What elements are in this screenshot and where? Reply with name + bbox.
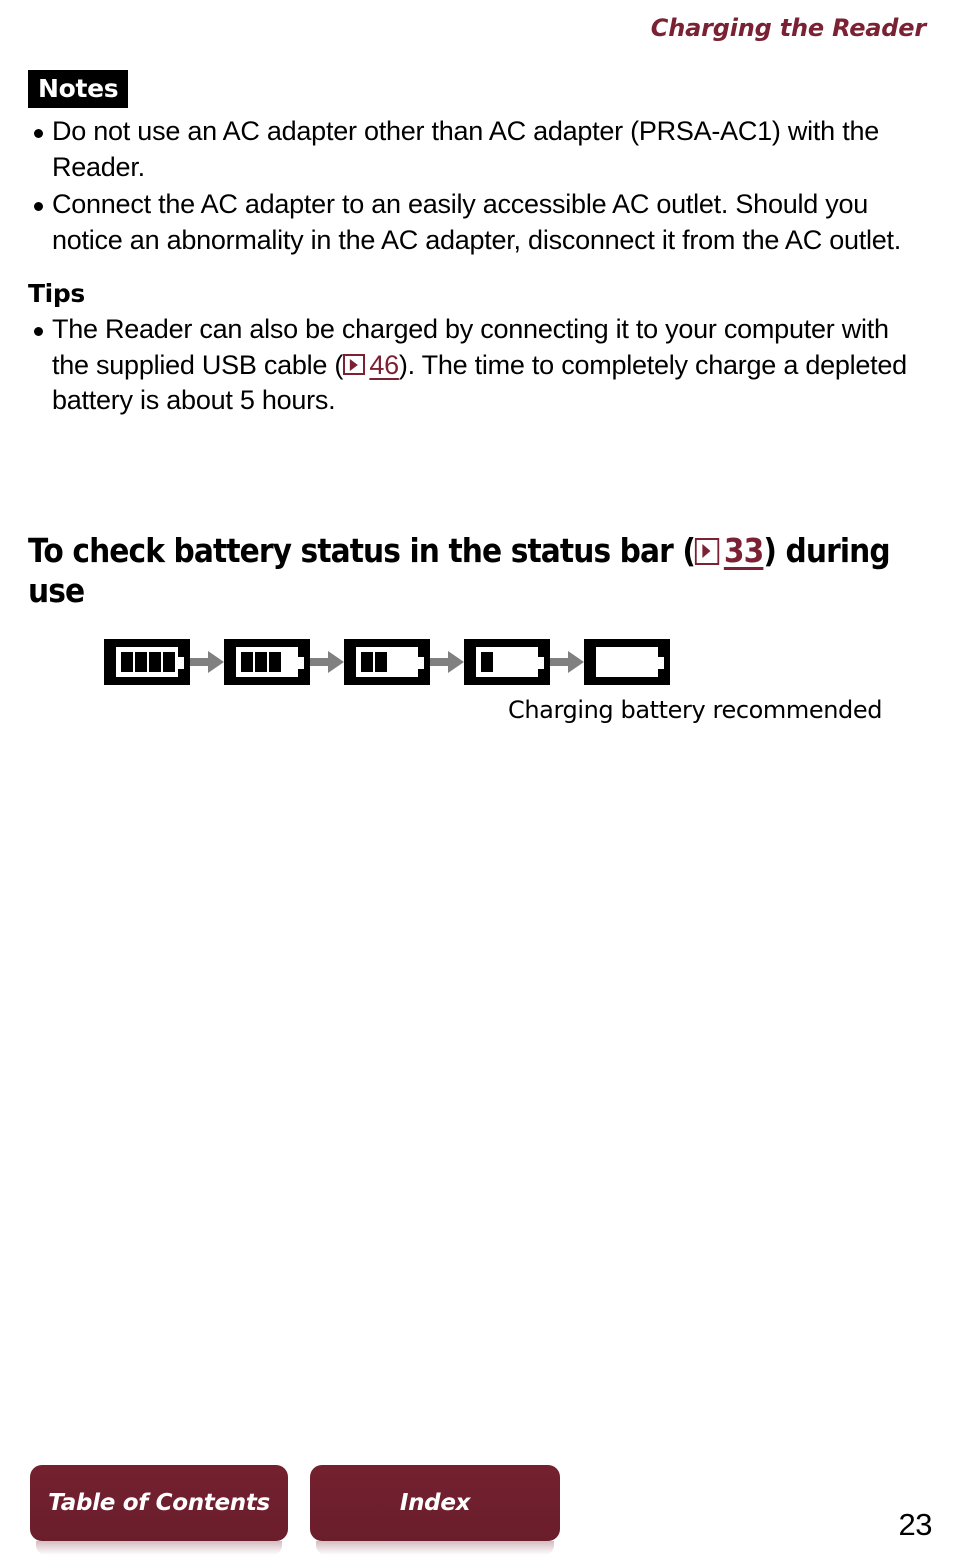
battery-cells — [241, 651, 293, 672]
note-text: Connect the AC adapter to an easily acce… — [52, 188, 901, 255]
note-text: Do not use an AC adapter other than AC a… — [52, 116, 879, 182]
battery-icon-full — [104, 638, 190, 685]
battery-cell — [255, 651, 267, 672]
notes-list: Do not use an AC adapter other than AC a… — [28, 114, 926, 259]
footer-navigation: Table of Contents Index — [30, 1465, 560, 1555]
page-ref-arrow-icon — [695, 538, 719, 565]
battery-icon-half — [344, 638, 430, 685]
arrow-right-icon — [190, 650, 224, 674]
table-of-contents-button[interactable]: Table of Contents — [30, 1465, 288, 1555]
battery-cells — [601, 652, 653, 672]
battery-icon-low — [464, 638, 550, 685]
arrow-right-icon — [550, 650, 584, 674]
page-ref-number[interactable]: 33 — [724, 531, 764, 570]
page-ref-number[interactable]: 46 — [369, 350, 399, 380]
battery-cell — [149, 651, 161, 672]
battery-icon-row — [104, 638, 926, 685]
battery-cell — [163, 651, 175, 672]
battery-cell — [375, 651, 387, 672]
battery-cells — [361, 651, 413, 672]
battery-status-diagram: Charging battery recommended — [28, 638, 926, 724]
battery-body — [356, 646, 424, 677]
page-title: To check battery status in the status ba… — [28, 531, 925, 610]
battery-cell — [481, 651, 493, 672]
tips-section: Tips The Reader can also be charged by c… — [28, 281, 926, 420]
battery-body — [596, 646, 664, 677]
notes-section: Notes Do not use an AC adapter other tha… — [28, 70, 926, 259]
battery-body — [236, 646, 304, 677]
battery-cells — [481, 651, 533, 672]
arrow-right-icon — [430, 650, 464, 674]
index-button[interactable]: Index — [310, 1465, 560, 1555]
list-item: The Reader can also be charged by connec… — [28, 312, 926, 420]
battery-status-section: To check battery status in the status ba… — [28, 531, 926, 723]
tips-heading: Tips — [28, 278, 85, 308]
page-reference-link[interactable]: 33 — [695, 531, 764, 570]
page-number: 23 — [898, 1507, 933, 1542]
battery-cell — [135, 651, 147, 672]
page-ref-arrow-icon — [343, 353, 365, 376]
page-content: Notes Do not use an AC adapter other tha… — [28, 70, 926, 724]
list-item: Connect the AC adapter to an easily acce… — [28, 187, 926, 259]
battery-diagram-caption: Charging battery recommended — [508, 695, 883, 724]
tips-list: The Reader can also be charged by connec… — [28, 312, 926, 420]
page-reference-link[interactable]: 46 — [343, 350, 399, 380]
battery-cell — [121, 651, 133, 672]
battery-cell — [269, 651, 281, 672]
battery-icon-empty — [584, 638, 670, 685]
battery-cells — [121, 651, 175, 672]
battery-cell — [361, 651, 373, 672]
arrow-right-icon — [310, 650, 344, 674]
battery-cell — [241, 651, 253, 672]
battery-icon-three-quarters — [224, 638, 310, 685]
battery-body — [116, 646, 184, 677]
notes-badge: Notes — [28, 70, 129, 108]
running-header-title: Charging the Reader — [650, 14, 926, 42]
list-item: Do not use an AC adapter other than AC a… — [28, 114, 926, 186]
battery-body — [476, 646, 544, 677]
section-heading-part1: To check battery status in the status ba… — [28, 531, 696, 571]
